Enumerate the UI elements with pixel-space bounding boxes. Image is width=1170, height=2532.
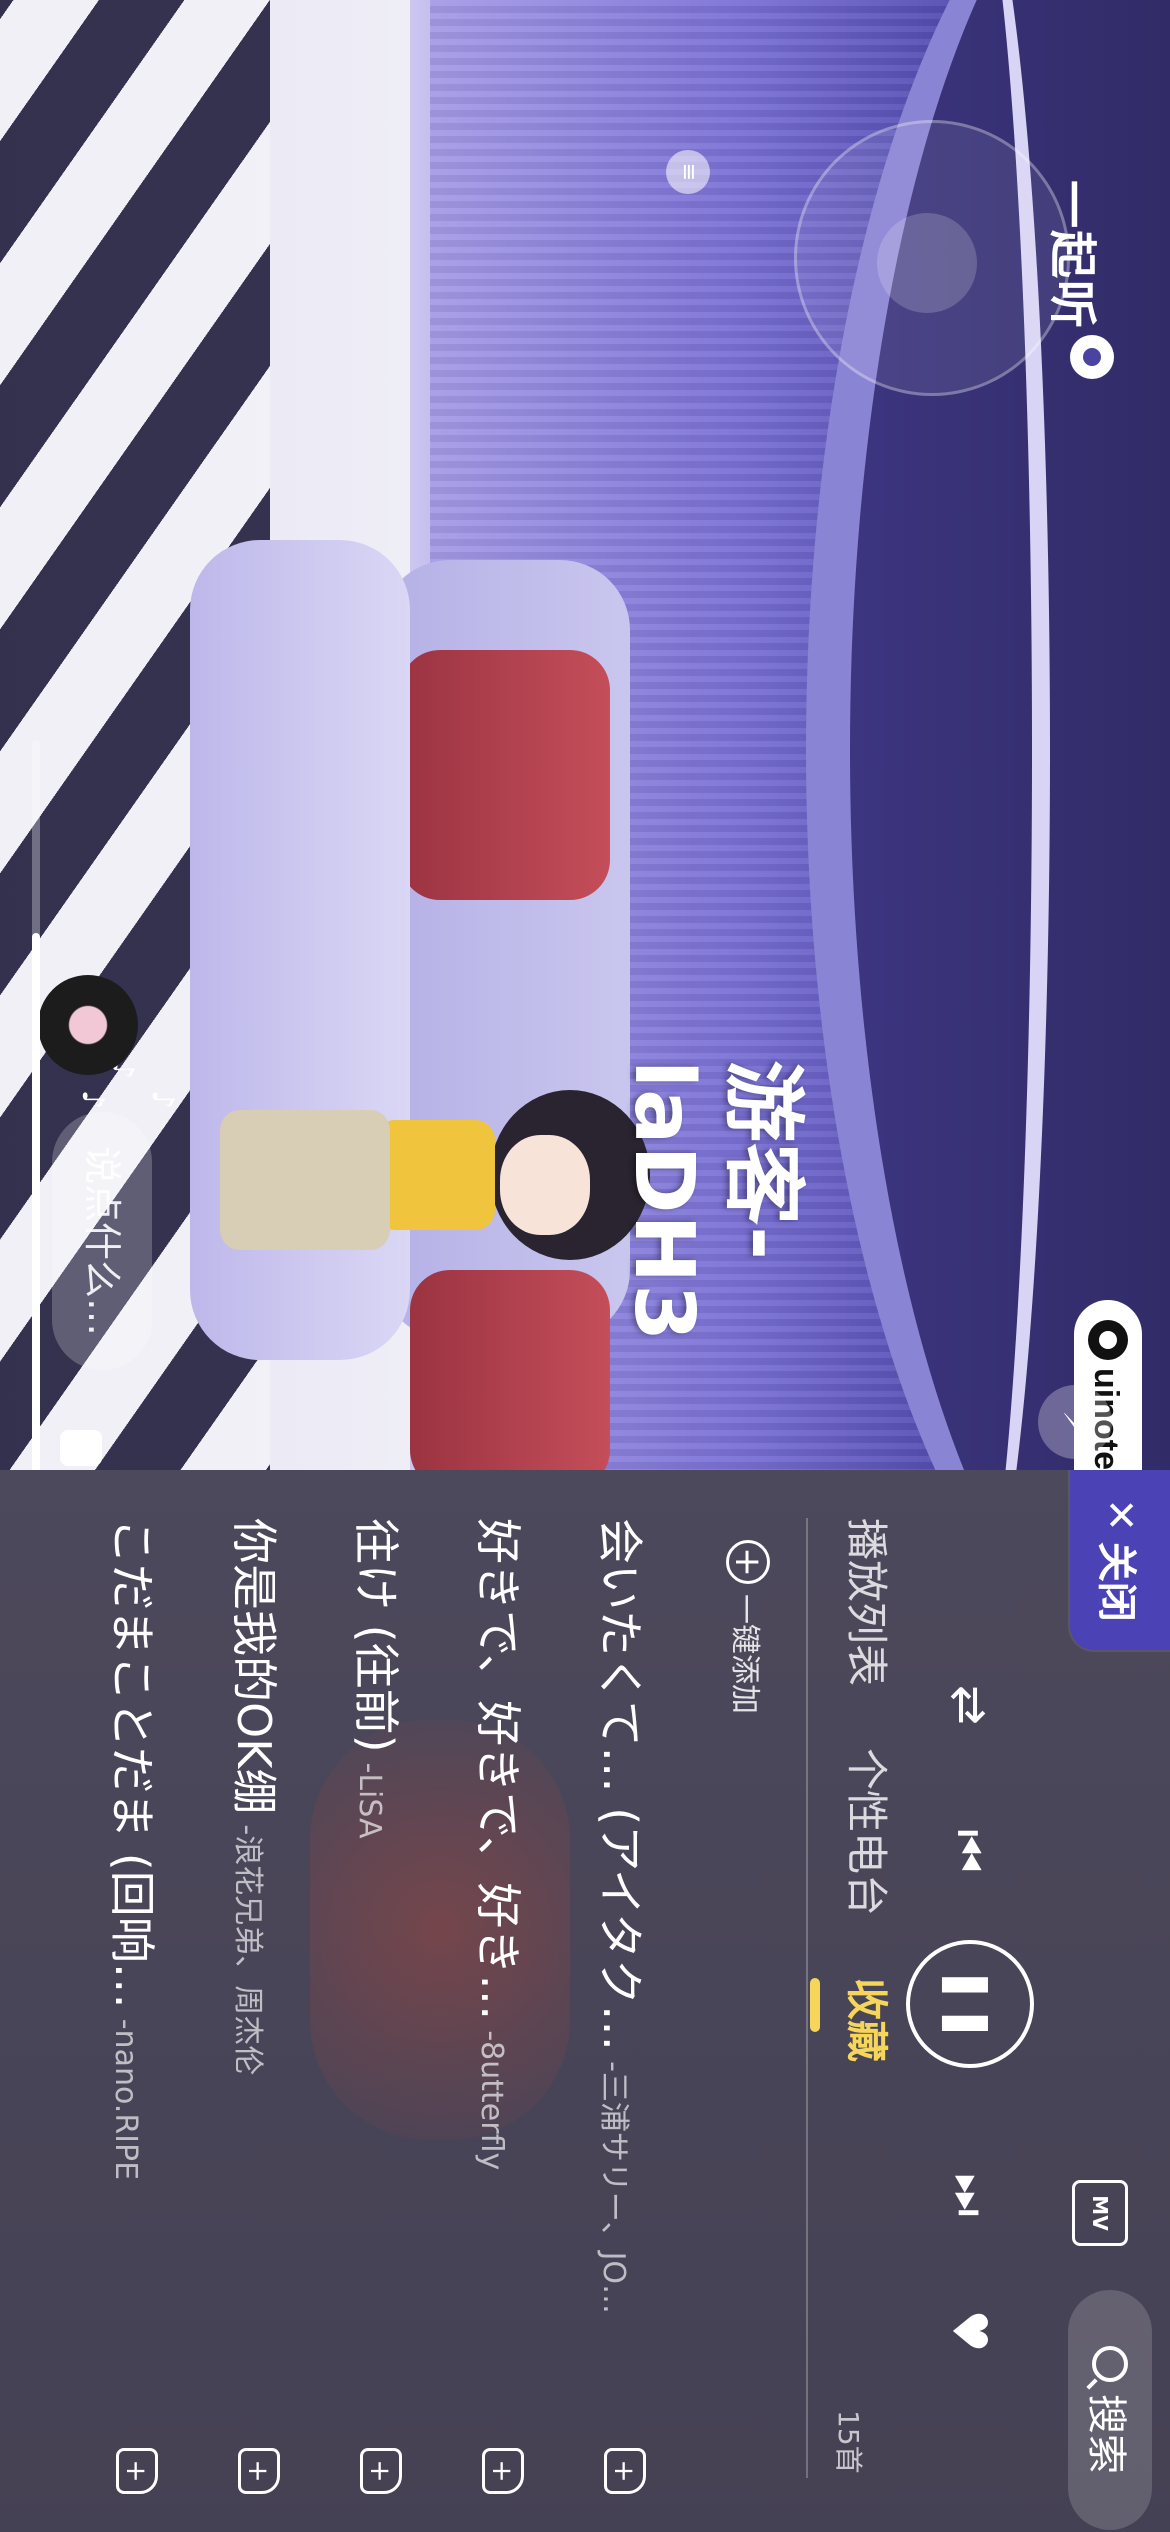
settings-icon[interactable] <box>1070 335 1114 379</box>
tab-playlist[interactable]: 播放列表 <box>820 1518 900 1686</box>
landscape-stage: ≡ 一起听 游客-laDH3 uinotes.com ⚡ ♪ ♪ ♪ 说点什么…… <box>0 0 1170 2532</box>
list-item[interactable]: 会いたくて… (アイタク… -三浦サリー、JO… + <box>562 1518 684 2518</box>
song-title: こだまことだま (回响… <box>105 1518 159 2009</box>
sofa-cushion <box>400 650 610 900</box>
sofa-cushion <box>410 1270 610 1470</box>
list-item[interactable]: 往け (往前) -LiSA + <box>318 1518 440 2518</box>
menu-icon[interactable]: ≡ <box>666 150 710 194</box>
song-artist: -浪花兄弟、周杰伦 <box>230 1824 265 2076</box>
song-list: 会いたくて… (アイタク… -三浦サリー、JO… + 好きで、好きで、好き… -8u… <box>74 1518 684 2518</box>
previous-icon[interactable]: ⏮ <box>934 1816 1004 1886</box>
song-artist: -nano.RIPE <box>108 2018 143 2181</box>
close-button[interactable]: ✕ 关闭 <box>1070 1470 1170 1650</box>
repeat-icon[interactable]: ⇄ <box>934 1670 1004 1740</box>
chat-input[interactable]: 说点什么… <box>52 1112 152 1370</box>
list-item[interactable]: こだまことだま (回响… -nano.RIPE + <box>74 1518 196 2518</box>
music-disc-icon[interactable] <box>38 975 138 1075</box>
playback-controls: ⇄ ⏮ ❚❚ ⏭ ♥ <box>904 1470 1034 2532</box>
tab-radio[interactable]: 个性电台 <box>820 1748 900 1916</box>
add-circle-icon: + <box>726 1540 770 1584</box>
close-icon: ✕ <box>1097 1498 1143 1532</box>
music-panel: ✕ 关闭 MV 搜索 ⇄ ⏮ ❚❚ ⏭ ♥ 播放列表 个性电台 收藏 15首 +… <box>0 1470 1170 2532</box>
avatar-face <box>500 1135 590 1235</box>
avatar-character[interactable] <box>220 1090 650 1260</box>
joystick-knob[interactable] <box>877 213 977 313</box>
pause-icon[interactable]: ❚❚ <box>906 1940 1034 2068</box>
add-all-button[interactable]: + 一键添加 <box>726 1540 770 1714</box>
mv-icon[interactable]: MV <box>1072 2180 1128 2246</box>
search-icon <box>1092 2346 1128 2382</box>
add-to-playlist-icon[interactable]: + <box>238 2448 280 2494</box>
music-note-icon: ♪ <box>145 1090 180 1110</box>
add-to-playlist-icon[interactable]: + <box>482 2448 524 2494</box>
tab-favorites[interactable]: 收藏 <box>820 1978 900 2062</box>
add-to-playlist-icon[interactable]: + <box>360 2448 402 2494</box>
close-label: 关闭 <box>1093 1541 1139 1622</box>
song-title: 会いたくて… (アイタク… <box>593 1518 647 2052</box>
search-label: 搜索 <box>1083 2394 1129 2474</box>
avatar-legs <box>220 1110 390 1250</box>
add-to-playlist-icon[interactable]: + <box>116 2448 158 2494</box>
list-item[interactable]: 你是我的OK绷 -浪花兄弟、周杰伦 + <box>196 1518 318 2518</box>
list-item[interactable]: 好きで、好きで、好き… -8utterfly + <box>440 1518 562 2518</box>
song-artist: -三浦サリー、JO… <box>596 2061 631 2315</box>
song-artist: -8utterfly <box>474 2030 509 2171</box>
next-icon[interactable]: ⏭ <box>934 2160 1004 2230</box>
song-count: 15首 <box>832 2410 865 2474</box>
joystick-icon[interactable] <box>794 120 1070 396</box>
song-title: 你是我的OK绷 <box>227 1518 281 1815</box>
progress-fill <box>32 933 40 1470</box>
song-title: 好きで、好きで、好き… <box>471 1518 525 2021</box>
search-button[interactable]: 搜索 <box>1068 2290 1152 2530</box>
heart-icon[interactable]: ♥ <box>934 2296 1004 2366</box>
divider <box>806 1518 808 2478</box>
avatar-username: 游客-laDH3 <box>616 1060 810 1343</box>
panel-tabs: 播放列表 个性电台 收藏 <box>820 1518 900 2062</box>
add-to-playlist-icon[interactable]: + <box>604 2448 646 2494</box>
add-all-label: 一键添加 <box>727 1594 762 1714</box>
song-artist: -LiSA <box>352 1762 387 1839</box>
room-scene[interactable]: ≡ 一起听 游客-laDH3 uinotes.com ⚡ ♪ ♪ ♪ 说点什么… <box>0 0 1170 1470</box>
gift-icon[interactable] <box>60 1430 102 1466</box>
music-note-icon: ♪ <box>75 1090 110 1110</box>
flash-icon[interactable]: ⚡ <box>1038 1385 1112 1459</box>
avatar-top <box>375 1120 495 1230</box>
song-title: 往け (往前) <box>349 1518 403 1753</box>
room-title: 一起听 <box>1044 180 1100 331</box>
